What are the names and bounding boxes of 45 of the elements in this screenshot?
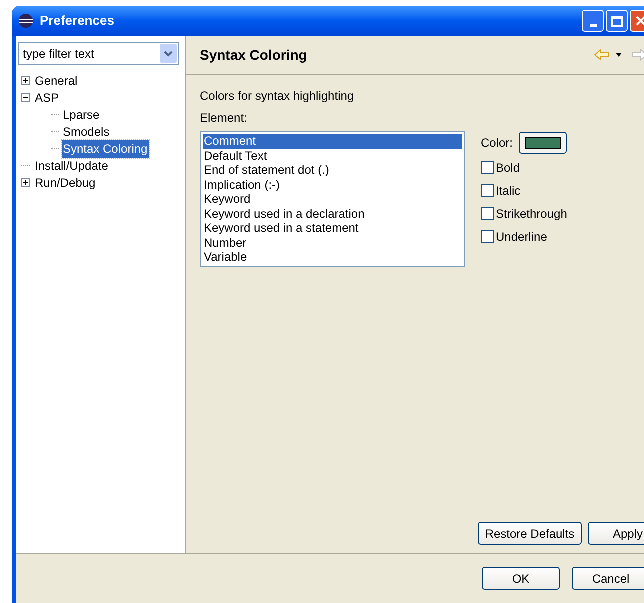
minimize-button[interactable] <box>582 10 604 32</box>
list-item[interactable]: Default Text <box>203 148 462 163</box>
element-label: Element: <box>200 110 248 127</box>
caret-icon[interactable] <box>616 53 622 57</box>
sphere-icon <box>18 13 34 29</box>
color-label: Color: <box>481 135 514 152</box>
dropdown-button[interactable] <box>160 44 177 63</box>
expand-icon[interactable] <box>21 76 30 85</box>
description-text: Colors for syntax highlighting <box>200 88 356 105</box>
checkbox[interactable] <box>481 184 494 197</box>
list-item[interactable]: Variable <box>203 250 462 264</box>
tree-item[interactable]: Install/Update <box>34 156 110 174</box>
expand-icon[interactable] <box>21 178 30 187</box>
apply-button[interactable]: Apply <box>588 522 644 545</box>
tree-item[interactable]: Smodels <box>62 122 111 140</box>
close-icon <box>636 16 644 26</box>
tree-item[interactable]: General <box>34 72 79 90</box>
list-item[interactable]: Keyword <box>203 192 462 206</box>
collapse-icon[interactable] <box>21 93 30 102</box>
chevron-down-icon <box>164 50 173 56</box>
checkbox-label: Underline <box>496 228 548 246</box>
checkbox-label: Bold <box>496 160 520 176</box>
ok-button[interactable]: OK <box>482 567 560 590</box>
tree-item[interactable]: Lparse <box>62 106 101 124</box>
tree-item[interactable]: ASP <box>34 88 60 106</box>
checkbox-label: Strikethrough <box>496 206 568 222</box>
cancel-button[interactable]: Cancel <box>572 567 644 590</box>
list-item[interactable]: End of statement dot (.) <box>203 163 462 178</box>
checkbox[interactable] <box>481 230 494 243</box>
maximize-button[interactable] <box>606 10 628 32</box>
window-title: Preferences <box>40 12 114 30</box>
restore-defaults-button[interactable]: Restore Defaults <box>478 522 582 545</box>
tree-item[interactable]: Run/Debug <box>34 174 97 192</box>
color-button[interactable] <box>519 132 568 154</box>
list-item[interactable]: Implication (:-) <box>203 178 462 192</box>
tree-item[interactable]: Syntax Coloring <box>62 140 149 158</box>
list-item[interactable]: Comment <box>203 134 462 148</box>
page-title: Syntax Coloring <box>200 46 308 65</box>
list-item[interactable]: Keyword used in a declaration <box>203 206 462 221</box>
list-item[interactable]: Keyword used in a statement <box>203 221 462 236</box>
checkbox[interactable] <box>481 207 494 220</box>
checkbox[interactable] <box>481 161 494 174</box>
filter-field[interactable]: type filter text <box>18 42 179 65</box>
checkbox-label: Italic <box>496 182 521 200</box>
list-item[interactable]: Number <box>203 236 462 250</box>
